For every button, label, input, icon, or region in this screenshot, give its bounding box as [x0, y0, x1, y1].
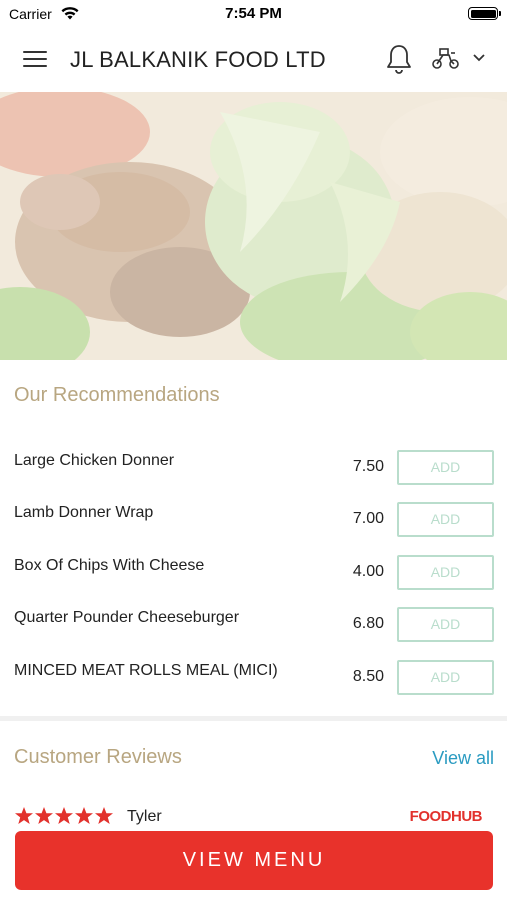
add-button[interactable]: ADD	[397, 555, 494, 590]
reviewer-name: Tyler	[127, 808, 162, 825]
recommendation-item: Box Of Chips With Cheese 4.00 ADD	[0, 555, 507, 595]
recommendation-item: Quarter Pounder Cheeseburger 6.80 ADD	[0, 607, 507, 647]
add-button[interactable]: ADD	[397, 660, 494, 695]
section-divider	[0, 716, 507, 721]
item-name: Large Chicken Donner	[14, 452, 175, 469]
view-menu-button[interactable]: VIEW MENU	[15, 831, 493, 890]
app-header: JL BALKANIK FOOD LTD	[0, 28, 507, 92]
reviews-title: Customer Reviews	[14, 746, 182, 768]
status-bar: Carrier 7:54 PM	[0, 0, 507, 28]
delivery-scooter-icon[interactable]	[431, 47, 461, 71]
add-button[interactable]: ADD	[397, 607, 494, 642]
item-name: MINCED MEAT ROLLS MEAL (MICI)	[14, 662, 278, 679]
recommendation-item: Large Chicken Donner 7.50 ADD	[0, 450, 507, 490]
item-price: 7.00	[352, 510, 384, 527]
item-name: Quarter Pounder Cheeseburger	[14, 609, 240, 626]
food-photo	[0, 92, 507, 360]
item-name: Lamb Donner Wrap	[14, 504, 154, 521]
recommendation-item: MINCED MEAT ROLLS MEAL (MICI) 8.50 ADD	[0, 660, 507, 700]
add-button[interactable]: ADD	[397, 502, 494, 537]
item-price: 7.50	[352, 458, 384, 475]
item-price: 8.50	[352, 668, 384, 685]
recommendation-item: Lamb Donner Wrap 7.00 ADD	[0, 502, 507, 542]
chevron-down-icon[interactable]	[472, 53, 486, 63]
item-price: 4.00	[352, 563, 384, 580]
recommendations-title: Our Recommendations	[14, 384, 220, 406]
restaurant-title: JL BALKANIK FOOD LTD	[70, 47, 326, 72]
item-name: Box Of Chips With Cheese	[14, 557, 205, 574]
hamburger-menu-icon[interactable]	[23, 48, 47, 70]
view-all-link[interactable]: View all	[432, 748, 494, 769]
bell-icon[interactable]	[385, 43, 413, 75]
foodhub-logo: FOODHUB	[409, 808, 483, 825]
add-button[interactable]: ADD	[397, 450, 494, 485]
status-time: 7:54 PM	[225, 5, 282, 22]
five-star-rating-icon	[15, 807, 113, 824]
item-price: 6.80	[352, 615, 384, 632]
hero-food-image	[0, 92, 507, 360]
battery-icon	[468, 7, 501, 20]
